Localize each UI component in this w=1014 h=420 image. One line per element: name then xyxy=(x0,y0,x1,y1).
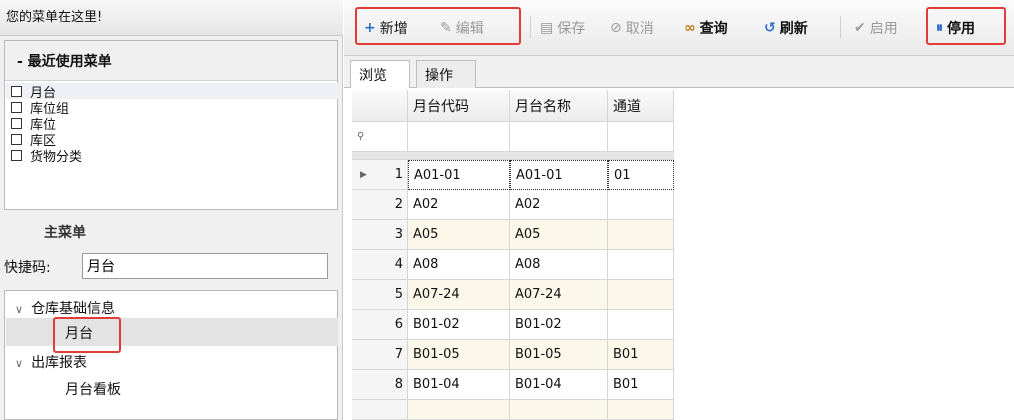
table-cell-code[interactable]: A07-24 xyxy=(408,280,510,310)
edit-button[interactable]: ✎ 编辑 xyxy=(440,18,484,38)
filter-cell-code[interactable] xyxy=(408,122,510,152)
chevron-down-icon[interactable]: ∨ xyxy=(15,357,23,370)
row-number[interactable]: 6 xyxy=(352,310,408,340)
refresh-icon: ↺ xyxy=(764,20,776,36)
table-cell-name[interactable] xyxy=(510,400,608,420)
table-cell-channel[interactable]: 01 xyxy=(608,160,674,190)
recent-menu-panel: - 最近使用菜单 月台 库位组 库位 库区 货物分类 xyxy=(4,40,338,210)
toolbar: + 新增 ✎ 编辑 ▤ 保存 ⊘ 取消 ∞ 查询 ↺ 刷新 ✔ 启用 ⏸ 停用 xyxy=(344,0,1014,56)
data-grid: 月台代码 月台名称 通道 ⚲ ▶ 1 A01-01 A01-01 01 2 A02… xyxy=(352,90,1014,420)
checkbox[interactable] xyxy=(11,86,22,97)
table-cell-channel[interactable] xyxy=(608,220,674,250)
table-cell-channel[interactable] xyxy=(608,250,674,280)
filter-cell-channel[interactable] xyxy=(608,122,674,152)
recent-item[interactable]: 库位 xyxy=(11,116,331,133)
table-cell-channel[interactable] xyxy=(608,280,674,310)
table-cell-channel[interactable]: B01 xyxy=(608,370,674,400)
table-cell-name[interactable]: A07-24 xyxy=(510,280,608,310)
recent-item[interactable]: 月台 xyxy=(11,84,331,101)
table-cell-name[interactable]: B01-02 xyxy=(510,310,608,340)
row-number[interactable]: 4 xyxy=(352,250,408,280)
checkbox[interactable] xyxy=(11,102,22,113)
filter-spacer xyxy=(352,152,674,160)
main-menu-tree: ∨ 仓库基础信息 月台 ∨ 出库报表 月台看板 xyxy=(4,290,338,420)
enable-button[interactable]: ✔ 启用 xyxy=(854,18,898,38)
row-number[interactable]: 2 xyxy=(352,190,408,220)
table-cell-code[interactable]: A05 xyxy=(408,220,510,250)
table-cell-name[interactable]: B01-05 xyxy=(510,340,608,370)
refresh-button[interactable]: ↺ 刷新 xyxy=(764,18,808,38)
toolbar-separator xyxy=(530,16,531,38)
row-number[interactable]: 7 xyxy=(352,340,408,370)
recent-item[interactable]: 库位组 xyxy=(11,100,331,117)
disable-button[interactable]: ⏸ 停用 xyxy=(936,18,975,38)
table-cell-name[interactable]: B01-04 xyxy=(510,370,608,400)
table-cell-channel[interactable] xyxy=(608,190,674,220)
row-number[interactable]: 3 xyxy=(352,220,408,250)
table-cell-name[interactable]: A01-01 xyxy=(510,160,608,190)
checkbox[interactable] xyxy=(11,150,22,161)
column-header-code[interactable]: 月台代码 xyxy=(408,90,510,122)
pencil-icon: ✎ xyxy=(440,20,452,36)
row-number[interactable]: 5 xyxy=(352,280,408,310)
tab-bar: 浏览 操作 xyxy=(344,56,1014,88)
table-cell-channel[interactable]: B01 xyxy=(608,340,674,370)
main-menu-title: 主菜单 xyxy=(4,214,338,248)
table-cell-code[interactable]: A01-01 xyxy=(408,160,510,190)
table-cell-code[interactable]: A02 xyxy=(408,190,510,220)
tree-node-outbound-report[interactable]: ∨ 出库报表 xyxy=(15,352,87,372)
highlight-box xyxy=(53,317,121,353)
save-button[interactable]: ▤ 保存 xyxy=(540,18,585,38)
shortcut-input[interactable] xyxy=(82,253,328,279)
table-cell-channel[interactable] xyxy=(608,400,674,420)
table-cell-code[interactable]: B01-05 xyxy=(408,340,510,370)
table-cell-name[interactable]: A02 xyxy=(510,190,608,220)
column-header-name[interactable]: 月台名称 xyxy=(510,90,608,122)
recent-item[interactable]: 货物分类 xyxy=(11,148,331,165)
row-number[interactable] xyxy=(352,400,408,420)
checkbox[interactable] xyxy=(11,118,22,129)
table-cell-channel[interactable] xyxy=(608,310,674,340)
query-button[interactable]: ∞ 查询 xyxy=(684,18,728,38)
cancel-icon: ⊘ xyxy=(610,20,622,36)
check-icon: ✔ xyxy=(854,20,866,36)
current-row-indicator-icon: ▶ xyxy=(360,169,367,180)
tab-browse[interactable]: 浏览 xyxy=(350,60,410,88)
menu-header: 您的菜单在这里! xyxy=(0,0,343,36)
tab-operate[interactable]: 操作 xyxy=(416,60,476,88)
row-header-corner xyxy=(352,90,408,122)
filter-cell-name[interactable] xyxy=(510,122,608,152)
filter-pin-icon: ⚲ xyxy=(352,122,408,152)
row-number[interactable]: ▶ 1 xyxy=(352,160,408,190)
binoculars-icon: ∞ xyxy=(684,20,696,36)
pause-icon: ⏸ xyxy=(936,20,943,36)
chevron-down-icon[interactable]: ∨ xyxy=(15,303,23,316)
recent-menu-title[interactable]: - 最近使用菜单 xyxy=(5,41,337,81)
cancel-button[interactable]: ⊘ 取消 xyxy=(610,18,654,38)
table-cell-name[interactable]: A08 xyxy=(510,250,608,280)
tree-node-warehouse-basic[interactable]: ∨ 仓库基础信息 xyxy=(15,298,115,318)
toolbar-separator xyxy=(840,16,841,38)
floppy-icon: ▤ xyxy=(540,20,554,36)
table-cell-name[interactable]: A05 xyxy=(510,220,608,250)
plus-icon: + xyxy=(364,20,376,36)
table-cell-code[interactable]: B01-04 xyxy=(408,370,510,400)
checkbox[interactable] xyxy=(11,134,22,145)
recent-item[interactable]: 库区 xyxy=(11,132,331,149)
table-cell-code[interactable]: A08 xyxy=(408,250,510,280)
column-header-channel[interactable]: 通道 xyxy=(608,90,674,122)
tree-node-dock-board[interactable]: 月台看板 xyxy=(65,379,121,399)
row-number[interactable]: 8 xyxy=(352,370,408,400)
table-cell-code[interactable]: B01-02 xyxy=(408,310,510,340)
shortcut-label: 快捷码: xyxy=(4,260,51,276)
table-cell-code[interactable] xyxy=(408,400,510,420)
add-button[interactable]: + 新增 xyxy=(364,18,408,38)
